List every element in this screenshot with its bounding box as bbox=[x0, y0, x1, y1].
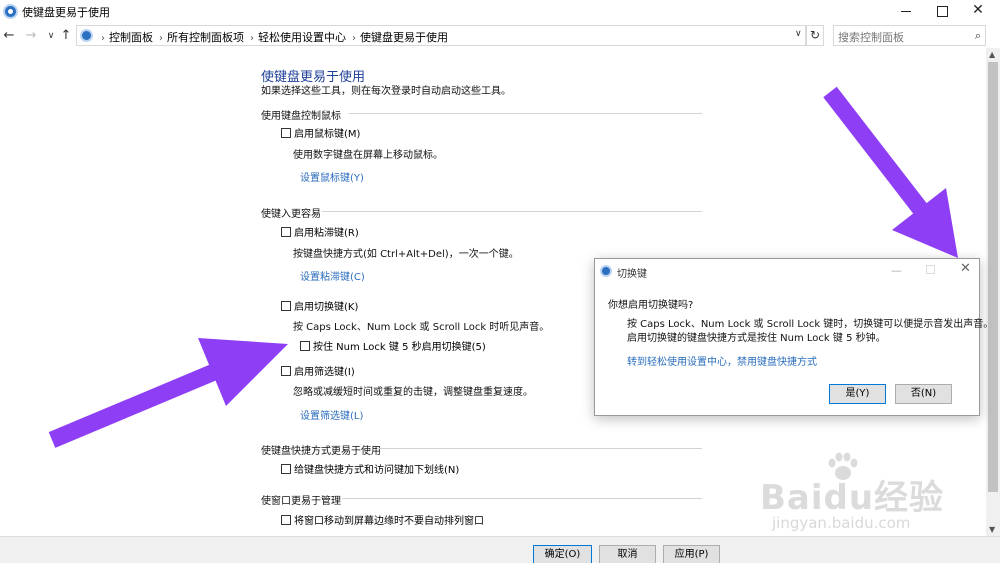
mouse-keys-label: 启用鼠标键(M) bbox=[294, 129, 361, 140]
chevron-right-icon: › bbox=[101, 33, 105, 44]
mouse-keys-description: 使用数字键盘在屏幕上移动鼠标。 bbox=[293, 150, 443, 161]
close-button[interactable]: ✕ bbox=[960, 0, 996, 22]
checkbox-box[interactable] bbox=[281, 227, 291, 237]
filter-keys-description: 忽略或减缓短时间或重复的击键，调整键盘重复速度。 bbox=[293, 387, 533, 398]
search-placeholder: 搜索控制面板 bbox=[838, 31, 904, 44]
apply-button[interactable]: 应用(P) bbox=[663, 545, 720, 563]
section-heading-shortcuts: 使键盘快捷方式更易于使用 bbox=[261, 446, 381, 457]
filter-keys-checkbox[interactable]: 启用筛选键(I) bbox=[281, 363, 355, 378]
section-divider bbox=[349, 113, 702, 114]
dialog-close-icon[interactable]: ✕ bbox=[960, 261, 971, 276]
no-button[interactable]: 否(N) bbox=[895, 384, 952, 404]
watermark-url: jingyan.baidu.com bbox=[772, 514, 911, 532]
breadcrumb: › 控制面板 › 所有控制面板项 › 轻松使用设置中心 › 使键盘更易于使用 bbox=[99, 29, 452, 45]
section-divider bbox=[342, 498, 702, 499]
checkbox-box[interactable] bbox=[281, 128, 291, 138]
prevent-snap-checkbox[interactable]: 将窗口移动到屏幕边缘时不要自动排列窗口 bbox=[281, 512, 484, 527]
yes-button[interactable]: 是(Y) bbox=[829, 384, 886, 404]
vertical-scrollbar[interactable]: ▲ ▼ bbox=[986, 48, 1000, 536]
breadcrumb-control-panel[interactable]: 控制面板 bbox=[109, 31, 153, 44]
breadcrumb-all-items[interactable]: 所有控制面板项 bbox=[167, 31, 244, 44]
toggle-keys-numlock-checkbox[interactable]: 按住 Num Lock 键 5 秒启用切换键(5) bbox=[300, 338, 486, 353]
toggle-keys-checkbox[interactable]: 启用切换键(K) bbox=[281, 298, 358, 313]
dialog-description-line1: 按 Caps Lock、Num Lock 或 Scroll Lock 键时，切换… bbox=[627, 319, 994, 330]
section-heading-typing: 使键入更容易 bbox=[261, 209, 321, 220]
section-divider bbox=[322, 211, 702, 212]
dialog-minimize-icon: — bbox=[891, 264, 902, 277]
back-arrow-icon[interactable]: ← bbox=[0, 27, 18, 45]
up-arrow-icon[interactable]: ↑ bbox=[57, 27, 75, 45]
dialog-title: 切换键 bbox=[617, 269, 647, 280]
sticky-keys-checkbox[interactable]: 启用粘滞键(R) bbox=[281, 224, 359, 239]
forward-arrow-icon[interactable]: → bbox=[22, 27, 40, 45]
minimize-button[interactable] bbox=[888, 0, 924, 22]
search-input[interactable]: 搜索控制面板 ⌕ bbox=[833, 25, 986, 46]
control-panel-icon bbox=[3, 4, 18, 19]
ease-of-access-icon bbox=[600, 265, 612, 277]
set-up-sticky-keys-link[interactable]: 设置粘滞键(C) bbox=[300, 268, 365, 283]
checkbox-box[interactable] bbox=[281, 515, 291, 525]
scroll-up-icon[interactable]: ▲ bbox=[989, 50, 995, 59]
set-up-mouse-keys-link[interactable]: 设置鼠标键(Y) bbox=[300, 169, 364, 184]
checkbox-box[interactable] bbox=[281, 301, 291, 311]
breadcrumb-keyboard[interactable]: 使键盘更易于使用 bbox=[360, 31, 448, 44]
dialog-description-line2: 启用切换键的键盘快捷方式是按住 Num Lock 键 5 秒钟。 bbox=[627, 333, 886, 344]
sticky-keys-label: 启用粘滞键(R) bbox=[294, 228, 359, 239]
chevron-right-icon[interactable]: › bbox=[250, 33, 254, 44]
toggle-keys-description: 按 Caps Lock、Num Lock 或 Scroll Lock 时听见声音… bbox=[293, 322, 550, 333]
section-heading-windows: 使窗口更易于管理 bbox=[261, 496, 341, 507]
chevron-right-icon[interactable]: › bbox=[159, 33, 163, 44]
checkbox-box[interactable] bbox=[300, 341, 310, 351]
sticky-keys-description: 按键盘快捷方式(如 Ctrl+Alt+Del)，一次一个键。 bbox=[293, 249, 519, 260]
underline-shortcuts-label: 给键盘快捷方式和访问键加下划线(N) bbox=[294, 465, 460, 476]
scrollbar-thumb[interactable] bbox=[988, 62, 998, 492]
underline-shortcuts-checkbox[interactable]: 给键盘快捷方式和访问键加下划线(N) bbox=[281, 461, 459, 476]
title-bar: 使键盘更易于使用 ✕ bbox=[0, 0, 1000, 24]
prevent-snap-label: 将窗口移动到屏幕边缘时不要自动排列窗口 bbox=[294, 516, 484, 527]
refresh-icon[interactable]: ↻ bbox=[806, 25, 824, 46]
section-heading-mouse: 使用键盘控制鼠标 bbox=[261, 111, 341, 122]
mouse-keys-checkbox[interactable]: 启用鼠标键(M) bbox=[281, 125, 360, 140]
dialog-maximize-icon bbox=[926, 265, 935, 274]
checkbox-box[interactable] bbox=[281, 366, 291, 376]
ok-button[interactable]: 确定(O) bbox=[533, 545, 592, 563]
filter-keys-label: 启用筛选键(I) bbox=[294, 367, 355, 378]
toggle-keys-label: 启用切换键(K) bbox=[294, 302, 359, 313]
scroll-down-icon[interactable]: ▼ bbox=[989, 525, 995, 534]
page-subtitle: 如果选择这些工具，则在每次登录时自动启动这些工具。 bbox=[261, 86, 511, 97]
address-bar[interactable]: › 控制面板 › 所有控制面板项 › 轻松使用设置中心 › 使键盘更易于使用 bbox=[76, 25, 806, 46]
disable-shortcut-link[interactable]: 转到轻松使用设置中心，禁用键盘快捷方式 bbox=[627, 353, 817, 368]
address-dropdown-icon[interactable]: ∨ bbox=[795, 29, 802, 39]
set-up-filter-keys-link[interactable]: 设置筛选键(L) bbox=[300, 407, 363, 422]
control-panel-icon bbox=[80, 29, 93, 42]
navigation-bar: ← → ∨ ↑ › 控制面板 › 所有控制面板项 › 轻松使用设置中心 › 使键盘更易于使用 … bbox=[0, 24, 1000, 48]
search-icon[interactable]: ⌕ bbox=[975, 29, 981, 43]
section-divider bbox=[377, 448, 702, 449]
baidu-watermark: Baidu经验 jingyan.baidu.com bbox=[760, 452, 950, 542]
cancel-button[interactable]: 取消 bbox=[599, 545, 656, 563]
toggle-keys-numlock-label: 按住 Num Lock 键 5 秒启用切换键(5) bbox=[313, 342, 486, 353]
dialog-question: 你想启用切换键吗? bbox=[608, 300, 694, 311]
toggle-keys-dialog: 切换键 — ✕ 你想启用切换键吗? 按 Caps Lock、Num Lock 或… bbox=[594, 258, 993, 416]
breadcrumb-ease-of-access[interactable]: 轻松使用设置中心 bbox=[258, 31, 346, 44]
watermark-logo-text: Baidu经验 bbox=[760, 478, 945, 518]
maximize-button[interactable] bbox=[924, 0, 960, 22]
checkbox-box[interactable] bbox=[281, 464, 291, 474]
window-title: 使键盘更易于使用 bbox=[22, 6, 110, 19]
chevron-right-icon[interactable]: › bbox=[352, 33, 356, 44]
